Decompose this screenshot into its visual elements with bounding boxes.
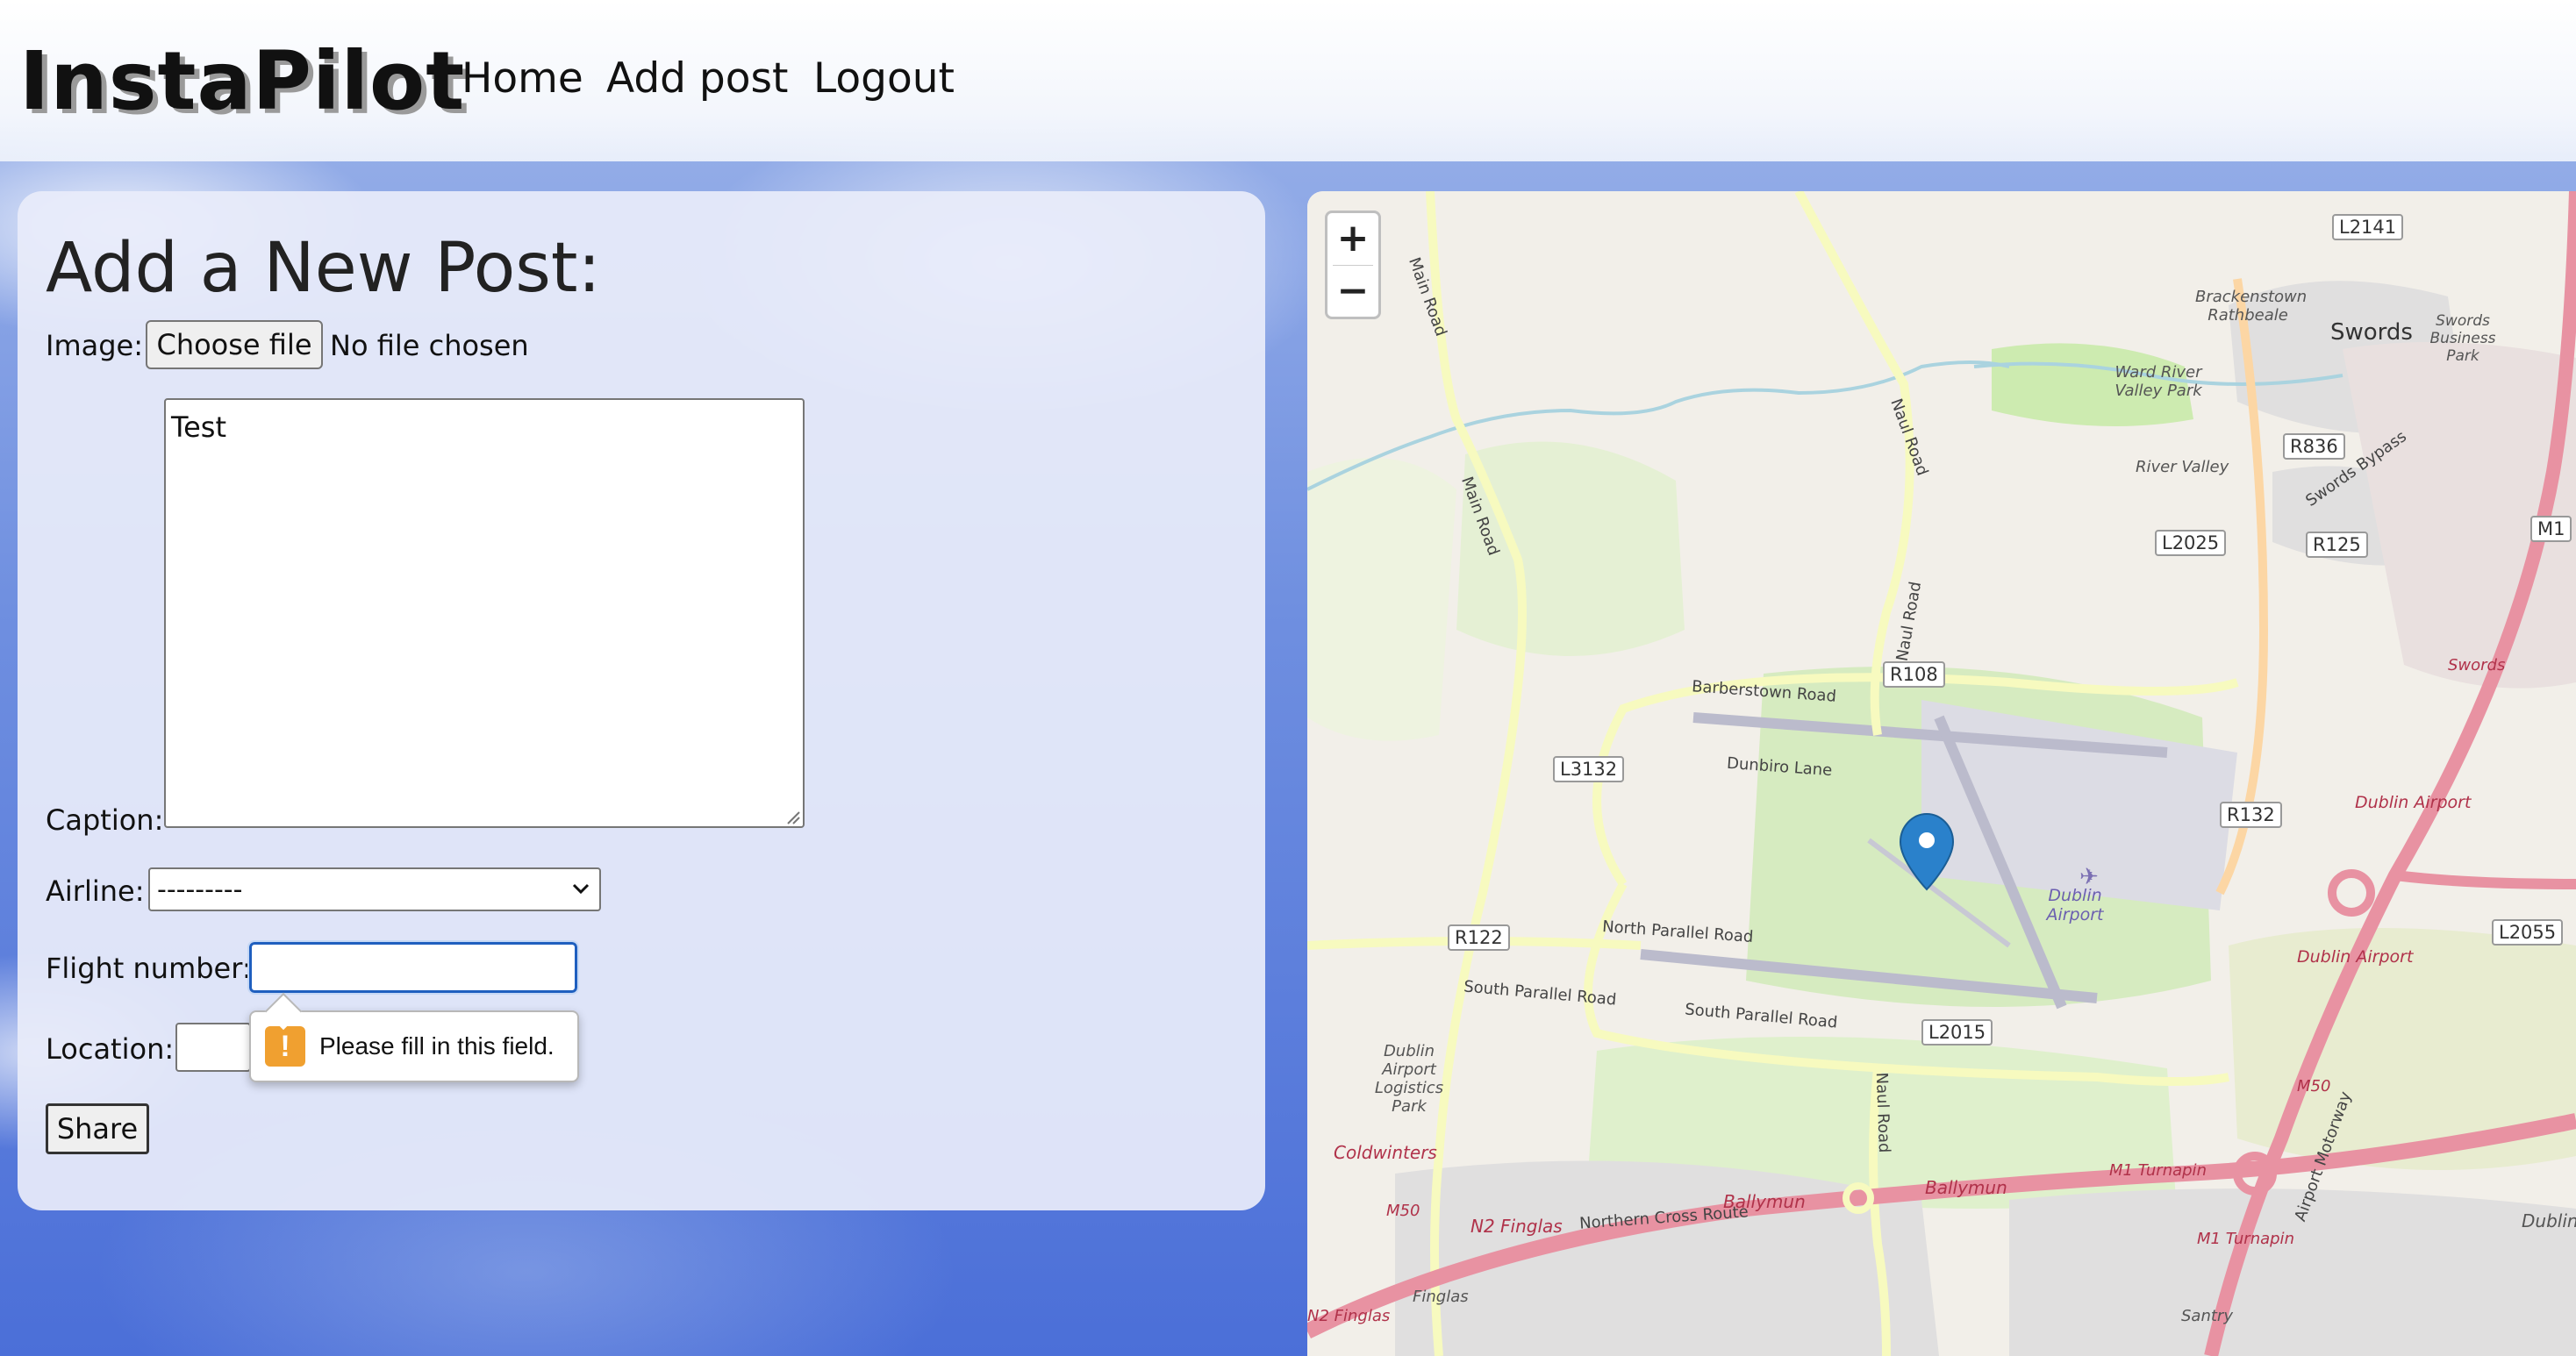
caption-text: Test [171, 410, 227, 444]
place-label: Dublin Airport [2355, 793, 2472, 812]
nav-home-link[interactable]: Home [462, 51, 583, 107]
place-label: Swords Business Park [2429, 312, 2496, 365]
share-button[interactable]: Share [46, 1103, 149, 1154]
place-label: Dublin Airport [2297, 947, 2414, 967]
choose-file-button[interactable]: Choose file [146, 320, 323, 369]
validation-tooltip: ! Please fill in this field. [249, 992, 579, 1082]
warning-icon: ! [265, 1026, 305, 1067]
airline-selected-value: --------- [157, 874, 243, 905]
road-badge: L2055 [2492, 919, 2564, 946]
zoom-out-button[interactable]: − [1327, 266, 1378, 317]
nav-add-post-link[interactable]: Add post [606, 51, 788, 107]
location-input[interactable] [175, 1023, 251, 1072]
place-label: N2 Finglas [1307, 1307, 1391, 1325]
place-label: Dublin Airport [2046, 886, 2104, 924]
place-label: Swords [2330, 319, 2413, 346]
place-label: Swords [2448, 656, 2506, 674]
airline-select[interactable]: --------- [148, 867, 601, 911]
site-header: InstaPilot Home Add post Logout [0, 0, 2576, 161]
place-label: N2 Finglas [1470, 1216, 1563, 1237]
road-badge: L2025 [2155, 530, 2227, 556]
validation-message: Please fill in this field. [319, 1032, 555, 1060]
place-label: M50 [2297, 1077, 2331, 1096]
place-label: Brackenstown Rathbeale [2195, 288, 2308, 325]
place-label: Coldwinters [1334, 1142, 1437, 1163]
page-title: Add a New Post: [46, 229, 601, 308]
road-badge: R132 [2220, 802, 2282, 828]
place-label: M50 [1386, 1202, 1420, 1220]
place-label: M1 Turnapin [2109, 1161, 2207, 1180]
flight-number-label: Flight number: [46, 952, 252, 985]
place-label: River Valley [2136, 458, 2229, 476]
place-label: Dublin [2522, 1210, 2576, 1231]
caption-label: Caption: [46, 803, 164, 837]
file-status-text: No file chosen [330, 329, 529, 362]
road-badge: L2141 [2332, 214, 2404, 240]
chevron-down-icon [572, 883, 590, 895]
tooltip-arrow [264, 992, 303, 1031]
road-badge: R108 [1883, 661, 1945, 688]
nav-logout-link[interactable]: Logout [813, 51, 955, 107]
place-label: Santry [2181, 1307, 2233, 1325]
place-label: Dublin Airport Logistics Park [1374, 1042, 1444, 1116]
airline-label: Airline: [46, 874, 145, 908]
image-label: Image: [46, 329, 143, 362]
road-badge: L2015 [1921, 1019, 1993, 1046]
place-label: Finglas [1413, 1288, 1469, 1306]
flight-number-input[interactable] [247, 940, 579, 995]
place-label: Ballymun [1723, 1191, 1806, 1212]
road-name: Naul Road [1871, 1072, 1893, 1153]
caption-textarea[interactable]: Test [164, 398, 805, 828]
road-badge: M1 [2530, 516, 2572, 542]
road-badge: R836 [2283, 433, 2345, 460]
place-label: M1 Turnapin [2197, 1230, 2294, 1248]
site-logo[interactable]: InstaPilot [19, 33, 465, 130]
road-badge: L3132 [1553, 756, 1625, 782]
road-badge: R125 [2306, 532, 2368, 558]
place-label: Ward River Valley Park [2114, 363, 2202, 400]
resize-grip-icon[interactable] [786, 810, 800, 824]
location-label: Location: [46, 1032, 175, 1066]
zoom-control: + − [1325, 211, 1381, 319]
zoom-in-button[interactable]: + [1327, 213, 1378, 264]
place-label: Ballymun [1925, 1177, 2007, 1198]
add-post-panel: Add a New Post: Image: Choose file No fi… [18, 191, 1265, 1210]
road-badge: R122 [1448, 924, 1510, 951]
map-view[interactable]: ✈ + − L2141 R836 M1 R125 L2025 R108 L313… [1307, 191, 2576, 1356]
